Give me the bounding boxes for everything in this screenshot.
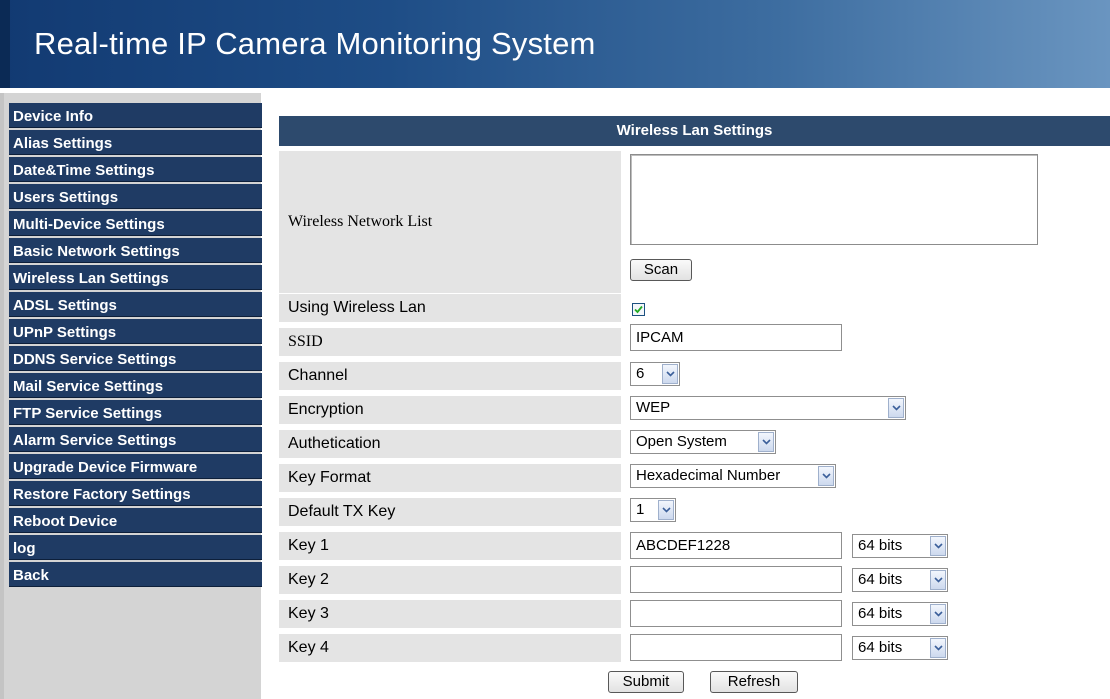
channel-label: Channel: [279, 362, 621, 390]
row-key-1: Key 1 ABCDEF1228 64 bits: [279, 532, 1110, 560]
menu-item-back[interactable]: Back: [9, 562, 262, 587]
chevron-down-icon: [930, 536, 946, 556]
sidebar-menu: Device Info Alias Settings Date&Time Set…: [0, 93, 262, 699]
checkmark-icon: [634, 305, 643, 314]
key-4-bits-value: 64 bits: [858, 639, 903, 656]
row-key-2: Key 2 64 bits: [279, 566, 1110, 594]
key-format-label: Key Format: [279, 464, 621, 492]
key-3-label: Key 3: [279, 600, 621, 628]
menu-item-multi-device-settings[interactable]: Multi-Device Settings: [9, 211, 262, 236]
menu-item-ftp-service-settings[interactable]: FTP Service Settings: [9, 400, 262, 425]
chevron-down-icon: [818, 466, 834, 486]
encryption-label: Encryption: [279, 396, 621, 424]
row-key-3: Key 3 64 bits: [279, 600, 1110, 628]
ssid-label: SSID: [279, 328, 621, 356]
menu-item-mail-service-settings[interactable]: Mail Service Settings: [9, 373, 262, 398]
row-using-wireless: Using Wireless Lan: [279, 294, 1110, 322]
row-key-format: Key Format Hexadecimal Number: [279, 464, 1110, 492]
key-3-input[interactable]: [630, 600, 842, 627]
menu-item-users-settings[interactable]: Users Settings: [9, 184, 262, 209]
key-1-bits-value: 64 bits: [858, 537, 903, 554]
key-2-bits-select[interactable]: 64 bits: [852, 568, 948, 592]
wireless-network-listbox[interactable]: [630, 154, 1038, 245]
refresh-button[interactable]: Refresh: [710, 671, 798, 693]
row-encryption: Encryption WEP: [279, 396, 1110, 424]
panel-title: Wireless Lan Settings: [279, 116, 1110, 146]
key-2-label: Key 2: [279, 566, 621, 594]
authentication-value: Open System: [636, 433, 727, 450]
key-4-label: Key 4: [279, 634, 621, 662]
encryption-value: WEP: [636, 399, 671, 416]
menu-item-basic-network-settings[interactable]: Basic Network Settings: [9, 238, 262, 263]
menu-item-date-time-settings[interactable]: Date&Time Settings: [9, 157, 262, 182]
using-wireless-checkbox[interactable]: [632, 303, 645, 316]
chevron-down-icon: [662, 364, 678, 384]
chevron-down-icon: [758, 432, 774, 452]
app-title: Real-time IP Camera Monitoring System: [34, 26, 596, 61]
chevron-down-icon: [930, 570, 946, 590]
menu-item-upgrade-device-firmware[interactable]: Upgrade Device Firmware: [9, 454, 262, 479]
key-2-bits-value: 64 bits: [858, 571, 903, 588]
scan-button[interactable]: Scan: [630, 259, 692, 281]
key-4-bits-select[interactable]: 64 bits: [852, 636, 948, 660]
menu-item-upnp-settings[interactable]: UPnP Settings: [9, 319, 262, 344]
menu-item-adsl-settings[interactable]: ADSL Settings: [9, 292, 262, 317]
row-channel: Channel 6: [279, 362, 1110, 390]
chevron-down-icon: [658, 500, 674, 520]
key-1-bits-select[interactable]: 64 bits: [852, 534, 948, 558]
channel-select[interactable]: 6: [630, 362, 680, 386]
menu-item-alarm-service-settings[interactable]: Alarm Service Settings: [9, 427, 262, 452]
key-2-input[interactable]: [630, 566, 842, 593]
key-3-bits-value: 64 bits: [858, 605, 903, 622]
authentication-select[interactable]: Open System: [630, 430, 776, 454]
chevron-down-icon: [930, 604, 946, 624]
wireless-settings-panel: Wireless Lan Settings Wireless Network L…: [279, 116, 1110, 699]
ssid-input[interactable]: IPCAM: [630, 324, 842, 351]
channel-value: 6: [636, 365, 645, 382]
chevron-down-icon: [930, 638, 946, 658]
default-tx-key-select[interactable]: 1: [630, 498, 676, 522]
wireless-network-list-label: Wireless Network List: [279, 151, 621, 293]
menu-item-alias-settings[interactable]: Alias Settings: [9, 130, 262, 155]
encryption-select[interactable]: WEP: [630, 396, 906, 420]
row-key-4: Key 4 64 bits: [279, 634, 1110, 662]
using-wireless-label: Using Wireless Lan: [279, 294, 621, 322]
row-ssid: SSID IPCAM: [279, 324, 1110, 356]
key-4-input[interactable]: [630, 634, 842, 661]
menu-item-ddns-service-settings[interactable]: DDNS Service Settings: [9, 346, 262, 371]
menu-item-reboot-device[interactable]: Reboot Device: [9, 508, 262, 533]
row-default-tx-key: Default TX Key 1: [279, 498, 1110, 526]
header-banner: Real-time IP Camera Monitoring System: [0, 0, 1110, 88]
menu-item-device-info[interactable]: Device Info: [9, 103, 262, 128]
key-format-value: Hexadecimal Number: [636, 467, 781, 484]
key-1-label: Key 1: [279, 532, 621, 560]
chevron-down-icon: [888, 398, 904, 418]
default-tx-key-value: 1: [636, 501, 645, 518]
key-format-select[interactable]: Hexadecimal Number: [630, 464, 836, 488]
menu-item-log[interactable]: log: [9, 535, 262, 560]
row-authentication: Authetication Open System: [279, 430, 1110, 458]
key-1-input[interactable]: ABCDEF1228: [630, 532, 842, 559]
menu-item-restore-factory-settings[interactable]: Restore Factory Settings: [9, 481, 262, 506]
submit-button[interactable]: Submit: [608, 671, 684, 693]
key-3-bits-select[interactable]: 64 bits: [852, 602, 948, 626]
menu-item-wireless-lan-settings[interactable]: Wireless Lan Settings: [9, 265, 262, 290]
authentication-label: Authetication: [279, 430, 621, 458]
default-tx-key-label: Default TX Key: [279, 498, 621, 526]
